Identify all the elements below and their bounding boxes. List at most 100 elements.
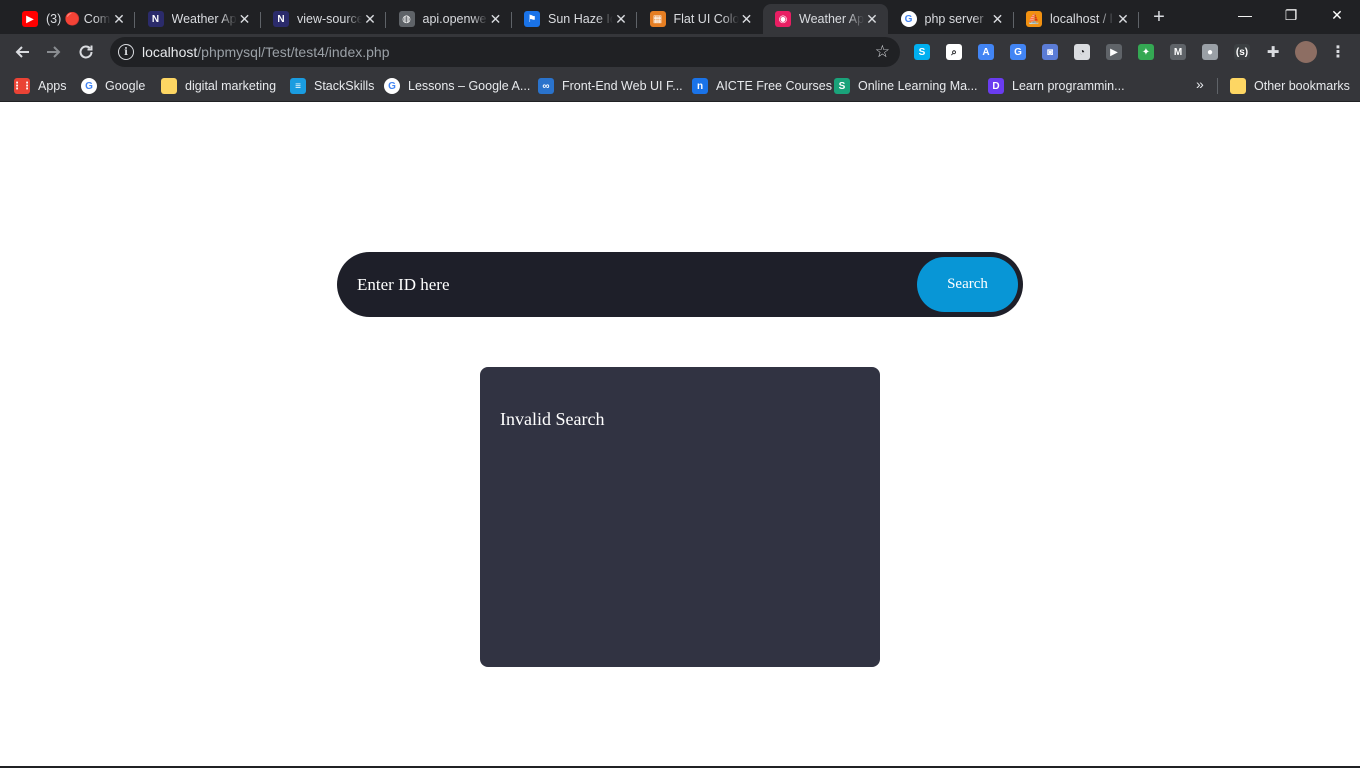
bookmarks-bar: ⋮⋮ Apps G Google digital marketing ≡ StackSkil… bbox=[0, 70, 1360, 102]
bookmark-label: digital marketing bbox=[185, 79, 277, 93]
bookmark-item[interactable]: n AICTE Free Courses bbox=[692, 76, 832, 96]
youtube-icon: ▶ bbox=[22, 11, 38, 27]
search-ext-icon[interactable]: ⌕ bbox=[946, 44, 962, 60]
video-ext-icon[interactable]: ▶ bbox=[1106, 44, 1122, 60]
camera-ext-icon[interactable]: ◙ bbox=[1042, 44, 1058, 60]
forward-button[interactable] bbox=[39, 37, 69, 67]
bookmark-label: Google bbox=[105, 79, 146, 93]
browser-tab[interactable]: ▶ (3) 🔴 Com ✕ bbox=[10, 4, 135, 34]
close-tab-icon[interactable]: ✕ bbox=[237, 11, 253, 27]
tab-title: api.openwe bbox=[422, 12, 487, 26]
google-icon: G bbox=[81, 78, 97, 94]
browser-tab[interactable]: N Weather App ✕ bbox=[136, 4, 261, 34]
bookmark-star-icon[interactable]: ☆ bbox=[875, 42, 890, 62]
tab-title: php server bbox=[924, 12, 984, 26]
coursera-icon: ∞ bbox=[538, 78, 554, 94]
flag-icon: ⚑ bbox=[524, 11, 540, 27]
site-info-icon[interactable]: i bbox=[118, 44, 134, 60]
google-translate-ext-icon[interactable]: G bbox=[1010, 44, 1026, 60]
bracket-ext-icon[interactable]: (s) bbox=[1234, 44, 1250, 60]
tab-title: view-source bbox=[297, 12, 362, 26]
folder-icon bbox=[161, 78, 177, 94]
bookmark-label: Apps bbox=[38, 79, 67, 93]
globe-icon: ◍ bbox=[398, 11, 415, 27]
reload-button[interactable] bbox=[71, 37, 101, 67]
close-tab-icon[interactable]: ✕ bbox=[990, 11, 1006, 27]
new-tab-button[interactable]: + bbox=[1148, 6, 1170, 28]
tab-strip: ▶ (3) 🔴 Com ✕ N Weather App ✕ Nview-source ✕ ◍ ap… bbox=[0, 0, 1360, 34]
bookmark-label: Learn programmin... bbox=[1012, 79, 1125, 93]
bookmark-item[interactable]: ∞ Front-End Web UI F... bbox=[538, 76, 683, 96]
nptel-icon: n bbox=[692, 78, 708, 94]
bookmark-item[interactable]: G Google bbox=[81, 76, 145, 96]
speed-ext-icon[interactable]: ◔ bbox=[1074, 44, 1090, 60]
browser-tab[interactable]: ⚑ Sun Haze Ic ✕ bbox=[512, 4, 637, 34]
d-logo-icon: D bbox=[988, 78, 1004, 94]
bookmark-label: AICTE Free Courses bbox=[716, 79, 833, 93]
bookmarks-divider bbox=[1217, 78, 1218, 94]
close-tab-icon[interactable]: ✕ bbox=[613, 11, 629, 27]
bookmark-item[interactable]: D Learn programmin... bbox=[988, 76, 1125, 96]
browser-tab[interactable]: ◉ Weather Ap ✕ bbox=[763, 4, 888, 34]
more-bookmarks-chevron-icon[interactable]: » bbox=[1196, 76, 1204, 92]
browser-tab[interactable]: Gphp server ✕ bbox=[889, 4, 1014, 34]
tab-separator bbox=[1138, 12, 1139, 28]
minimize-button[interactable]: — bbox=[1222, 0, 1268, 30]
search-input[interactable] bbox=[357, 270, 897, 300]
tab-title: Weather App bbox=[171, 12, 237, 26]
browser-tab[interactable]: ▦ Flat UI Colo ✕ bbox=[638, 4, 763, 34]
color-grid-icon: ▦ bbox=[649, 11, 666, 27]
search-button[interactable]: Search bbox=[917, 257, 1018, 312]
bookmark-item[interactable]: S Online Learning Ma... bbox=[834, 76, 978, 96]
url-host: localhost bbox=[142, 44, 198, 60]
bookmark-label: StackSkills bbox=[314, 79, 375, 93]
arrow-left-icon bbox=[15, 46, 29, 58]
close-window-button[interactable]: ✕ bbox=[1314, 0, 1360, 30]
close-tab-icon[interactable]: ✕ bbox=[488, 11, 504, 27]
weather-app-icon: ◉ bbox=[775, 11, 791, 27]
close-tab-icon[interactable]: ✕ bbox=[362, 11, 378, 27]
url-text[interactable]: localhost/phpmysql/Test/test4/index.php bbox=[142, 44, 390, 60]
close-tab-icon[interactable]: ✕ bbox=[1115, 11, 1131, 27]
circle-ext-icon[interactable]: ● bbox=[1202, 44, 1218, 60]
bookmark-item[interactable]: ⋮⋮ Apps bbox=[12, 76, 67, 96]
tab-title: Flat UI Colo bbox=[673, 12, 739, 26]
search-bar: Search bbox=[337, 252, 1023, 317]
reload-icon bbox=[79, 45, 93, 59]
page-content: Search Invalid Search bbox=[0, 103, 1360, 768]
arrow-right-icon bbox=[47, 46, 61, 58]
skype-ext-icon[interactable]: S bbox=[914, 44, 930, 60]
bookmark-item[interactable]: ≡ StackSkills bbox=[290, 76, 374, 96]
translate-ext-icon[interactable]: A bbox=[978, 44, 994, 60]
chrome-menu-icon[interactable]: ⋮ bbox=[1330, 44, 1346, 61]
apps-grid-icon: ⋮⋮ bbox=[12, 78, 32, 94]
m-ext-icon[interactable]: M bbox=[1170, 44, 1186, 60]
restore-button[interactable]: ❐ bbox=[1268, 0, 1314, 30]
google-icon: G bbox=[384, 78, 400, 94]
close-tab-icon[interactable]: ✕ bbox=[739, 11, 755, 27]
stackskills-icon: ≡ bbox=[290, 78, 306, 94]
extensions-puzzle-icon[interactable]: ✚ bbox=[1265, 44, 1281, 61]
profile-avatar[interactable] bbox=[1295, 41, 1317, 63]
browser-tab[interactable]: ⛵ localhost / l ✕ bbox=[1014, 4, 1139, 34]
sv-icon: S bbox=[834, 78, 850, 94]
browser-tab[interactable]: Nview-source ✕ bbox=[261, 4, 386, 34]
bookmark-label: Online Learning Ma... bbox=[858, 79, 978, 93]
back-button[interactable] bbox=[7, 37, 37, 67]
browser-tab[interactable]: ◍ api.openwe ✕ bbox=[387, 4, 512, 34]
bookmark-item[interactable]: digital marketing bbox=[161, 76, 276, 96]
address-bar[interactable]: i localhost/phpmysql/Test/test4/index.ph… bbox=[110, 37, 900, 67]
result-message: Invalid Search bbox=[500, 409, 605, 429]
close-tab-icon[interactable]: ✕ bbox=[864, 11, 880, 27]
bookmark-item[interactable]: G Lessons – Google A... bbox=[384, 76, 530, 96]
colorful-ext-icon[interactable]: ✦ bbox=[1138, 44, 1154, 60]
tab-title: Sun Haze Ic bbox=[548, 12, 613, 26]
tab-title: (3) 🔴 Com bbox=[46, 11, 111, 26]
close-tab-icon[interactable]: ✕ bbox=[111, 11, 127, 27]
tab-title: localhost / l bbox=[1050, 12, 1113, 26]
phpmyadmin-icon: ⛵ bbox=[1026, 11, 1042, 27]
other-bookmarks-label: Other bookmarks bbox=[1254, 79, 1350, 93]
browser-toolbar: i localhost/phpmysql/Test/test4/index.ph… bbox=[0, 34, 1360, 70]
bookmark-label: Lessons – Google A... bbox=[408, 79, 531, 93]
other-bookmarks[interactable]: Other bookmarks bbox=[1230, 76, 1350, 96]
